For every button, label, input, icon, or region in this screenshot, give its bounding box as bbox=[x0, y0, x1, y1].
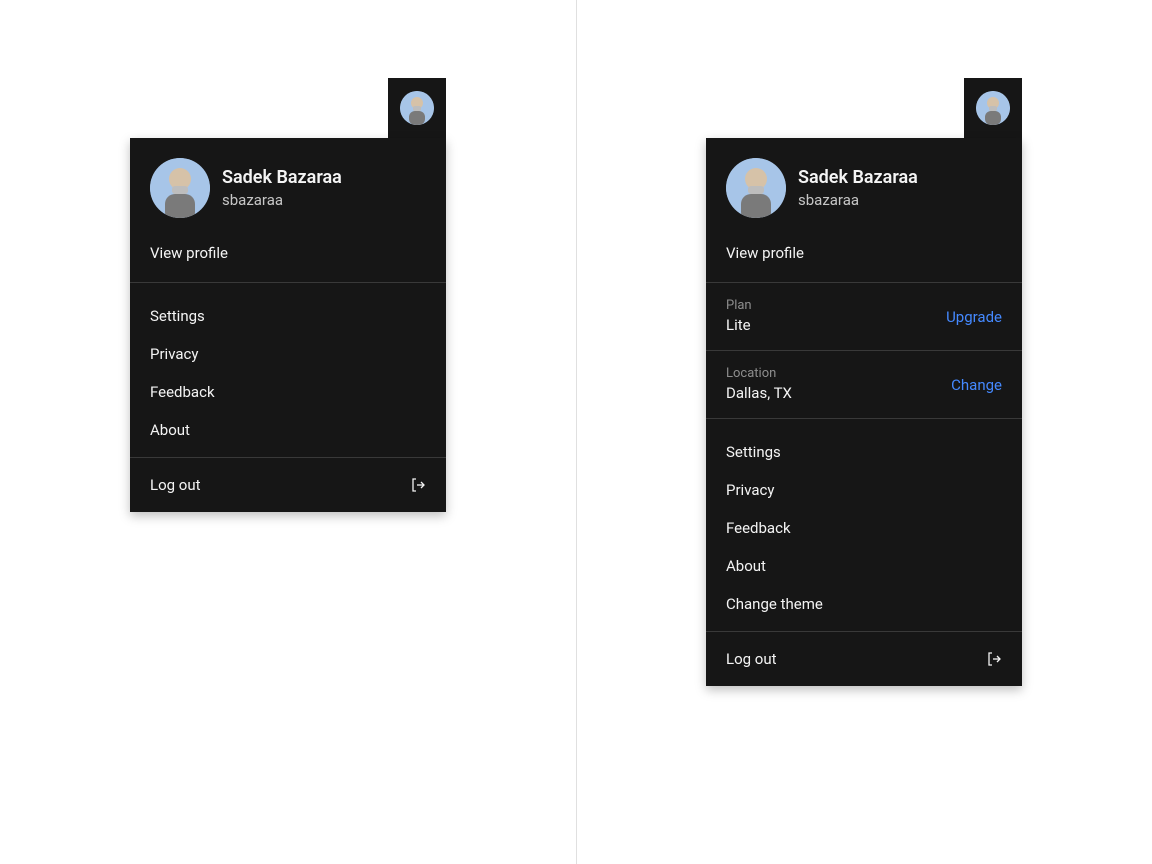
user-menu-panel: Sadek Bazaraa sbazaraa View profile Plan… bbox=[706, 138, 1022, 686]
location-block: Location Dallas, TX Change bbox=[706, 351, 1022, 418]
user-menu-trigger[interactable] bbox=[388, 78, 446, 138]
plan-block: Plan Lite Upgrade bbox=[706, 283, 1022, 350]
plan-label: Plan bbox=[726, 297, 752, 315]
view-profile-link[interactable]: View profile bbox=[130, 234, 446, 282]
menu-item-settings[interactable]: Settings bbox=[706, 433, 1022, 471]
logout-button[interactable]: Log out bbox=[130, 458, 446, 512]
location-label: Location bbox=[726, 365, 792, 383]
menu-item-change-theme[interactable]: Change theme bbox=[706, 585, 1022, 623]
avatar bbox=[400, 91, 434, 125]
profile-header: Sadek Bazaraa sbazaraa bbox=[706, 138, 1022, 234]
user-name: Sadek Bazaraa bbox=[222, 166, 342, 190]
avatar bbox=[150, 158, 210, 218]
user-handle: sbazaraa bbox=[798, 190, 918, 210]
vertical-divider bbox=[576, 0, 577, 864]
user-handle: sbazaraa bbox=[222, 190, 342, 210]
menu-item-feedback[interactable]: Feedback bbox=[130, 373, 446, 411]
menu-item-privacy[interactable]: Privacy bbox=[706, 471, 1022, 509]
logout-icon bbox=[410, 477, 426, 493]
user-menu-trigger[interactable] bbox=[964, 78, 1022, 138]
location-value: Dallas, TX bbox=[726, 383, 792, 404]
view-profile-link[interactable]: View profile bbox=[706, 234, 1022, 282]
logout-button[interactable]: Log out bbox=[706, 632, 1022, 686]
user-name: Sadek Bazaraa bbox=[798, 166, 918, 190]
logout-icon bbox=[986, 651, 1002, 667]
plan-value: Lite bbox=[726, 315, 752, 336]
user-menu-panel: Sadek Bazaraa sbazaraa View profile Sett… bbox=[130, 138, 446, 512]
menu-item-privacy[interactable]: Privacy bbox=[130, 335, 446, 373]
logout-label: Log out bbox=[726, 650, 777, 668]
logout-label: Log out bbox=[150, 476, 201, 494]
avatar bbox=[726, 158, 786, 218]
change-location-link[interactable]: Change bbox=[951, 376, 1002, 394]
avatar bbox=[976, 91, 1010, 125]
upgrade-link[interactable]: Upgrade bbox=[946, 308, 1002, 326]
menu-item-about[interactable]: About bbox=[706, 547, 1022, 585]
menu-item-feedback[interactable]: Feedback bbox=[706, 509, 1022, 547]
menu-item-about[interactable]: About bbox=[130, 411, 446, 449]
profile-header: Sadek Bazaraa sbazaraa bbox=[130, 138, 446, 234]
menu-item-settings[interactable]: Settings bbox=[130, 297, 446, 335]
